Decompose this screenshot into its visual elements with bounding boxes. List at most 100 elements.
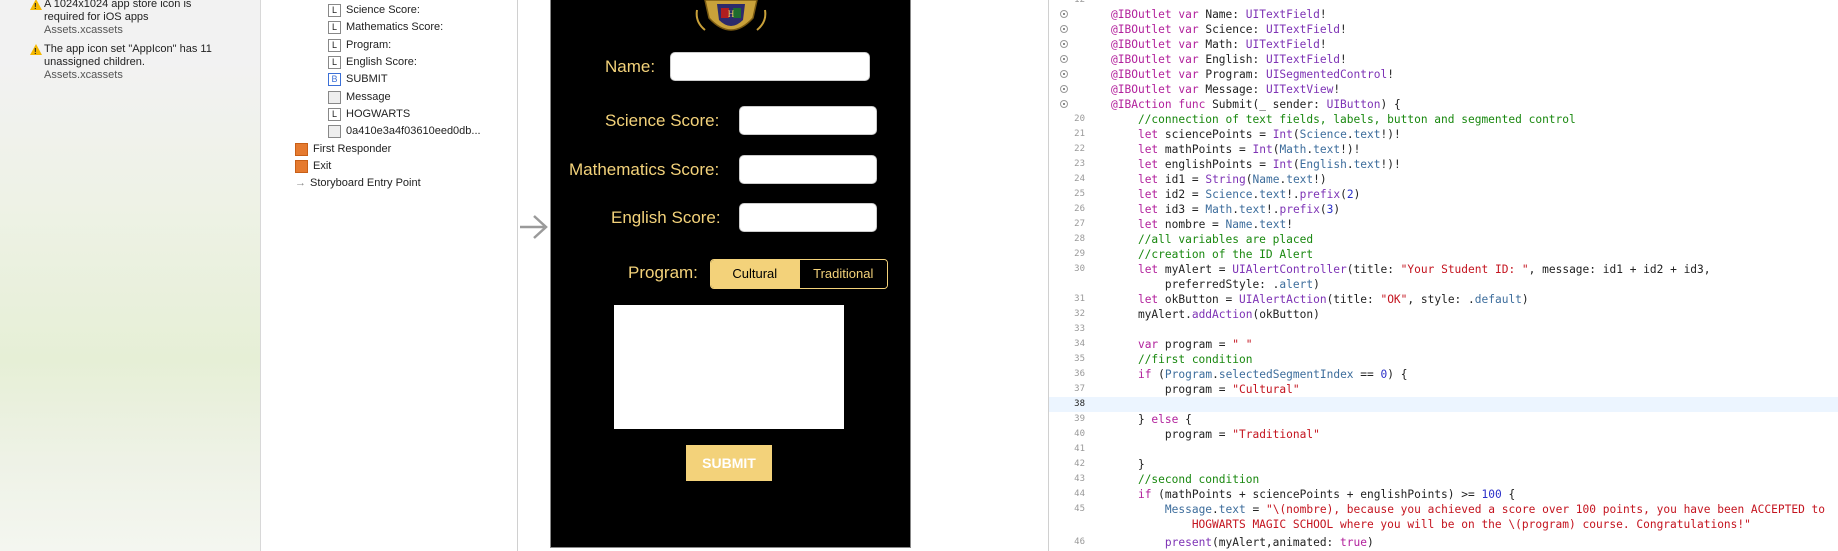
english-score-field[interactable] xyxy=(739,203,877,232)
code-line: 23 let englishPoints = Int(English.text!… xyxy=(1049,157,1838,172)
code-line: 42 } xyxy=(1049,457,1838,472)
line-number: 32 xyxy=(1074,309,1085,319)
line-number: 29 xyxy=(1074,249,1085,259)
code-text: program = "Cultural" xyxy=(1111,383,1300,396)
textview-icon xyxy=(328,90,341,104)
code-line: @IBOutlet var English: UITextField! xyxy=(1049,52,1838,67)
code-line: @IBOutlet var Program: UISegmentedContro… xyxy=(1049,67,1838,82)
code-line: 44 if (mathPoints + sciencePoints + engl… xyxy=(1049,487,1838,502)
code-line: 37 program = "Cultural" xyxy=(1049,382,1838,397)
button-icon: B xyxy=(328,72,341,86)
outline-item-label: First Responder xyxy=(313,143,392,155)
outlet-connected-icon[interactable] xyxy=(1060,25,1068,33)
code-text: Message.text = "\(nombre), because you a… xyxy=(1164,503,1826,516)
code-text: @IBOutlet var English: UITextField! xyxy=(1111,53,1347,66)
line-number: 38 xyxy=(1074,399,1085,409)
line-number: 36 xyxy=(1074,369,1085,379)
outline-item[interactable]: L English Score: xyxy=(328,55,417,69)
code-text: //second condition xyxy=(1111,473,1260,486)
line-number: 46 xyxy=(1074,537,1085,547)
issue-file: Assets.xcassets xyxy=(44,24,123,36)
first-responder-icon xyxy=(295,142,308,156)
code-line: 28 //all variables are placed xyxy=(1049,232,1838,247)
line-number: 44 xyxy=(1074,489,1085,499)
code-line: HOGWARTS MAGIC SCHOOL where you will be … xyxy=(1049,517,1838,532)
name-field[interactable] xyxy=(670,52,870,81)
code-line: preferredStyle: .alert) xyxy=(1049,277,1838,292)
code-text: preferredStyle: .alert) xyxy=(1111,278,1320,291)
outline-item[interactable]: B SUBMIT xyxy=(328,72,388,86)
outline-item-exit[interactable]: Exit xyxy=(295,159,331,173)
outline-item-first-responder[interactable]: First Responder xyxy=(295,142,391,156)
code-line: 25 let id2 = Science.text!.prefix(2) xyxy=(1049,187,1838,202)
view-controller-scene[interactable]: H Name: Science Score: Mathematics Score… xyxy=(550,0,911,548)
code-line: 29 //creation of the ID Alert xyxy=(1049,247,1838,262)
label-icon: L xyxy=(328,38,341,52)
code-text: program = "Traditional" xyxy=(1111,428,1320,441)
code-text: let id2 = Science.text!.prefix(2) xyxy=(1137,188,1361,201)
outline-item[interactable]: L Mathematics Score: xyxy=(328,20,443,34)
line-number: 27 xyxy=(1074,219,1085,229)
outline-item-label: Program: xyxy=(346,39,392,51)
line-number: 37 xyxy=(1074,384,1085,394)
label-icon: L xyxy=(328,20,341,34)
line-number: 39 xyxy=(1074,414,1085,424)
document-outline: L Science Score: L Mathematics Score: L Pro… xyxy=(261,0,518,551)
warning-icon xyxy=(30,44,42,58)
outlet-connected-icon[interactable] xyxy=(1060,55,1068,63)
outline-item[interactable]: Message xyxy=(328,90,391,104)
code-line: 26 let id3 = Math.text!.prefix(3) xyxy=(1049,202,1838,217)
code-line-current[interactable]: 38 xyxy=(1049,397,1838,412)
code-line: 43 //second condition xyxy=(1049,472,1838,487)
entry-point-arrow-icon[interactable] xyxy=(520,212,550,242)
issue-item[interactable]: The app icon set "AppIcon" has 11 unassi… xyxy=(30,43,229,82)
line-number: 31 xyxy=(1074,294,1085,304)
submit-button[interactable]: SUBMIT xyxy=(686,445,772,481)
outline-item-entry-point[interactable]: → Storyboard Entry Point xyxy=(295,176,421,190)
outline-item[interactable]: L Science Score: xyxy=(328,3,420,17)
issue-text: A 1024x1024 app store icon is required f… xyxy=(44,0,192,23)
outlet-connected-icon[interactable] xyxy=(1060,40,1068,48)
code-line: @IBOutlet var Name: UITextField! xyxy=(1049,7,1838,22)
message-text-view[interactable] xyxy=(614,305,844,429)
line-number: 23 xyxy=(1074,159,1085,169)
program-segmented-control[interactable]: Cultural Traditional xyxy=(710,259,888,289)
label-icon: L xyxy=(328,107,341,121)
outlet-connected-icon[interactable] xyxy=(1060,10,1068,18)
hogwarts-crest-icon: H xyxy=(695,0,767,31)
outlet-connected-icon[interactable] xyxy=(1060,85,1068,93)
issue-navigator: A 1024x1024 app store icon is required f… xyxy=(0,0,261,551)
outlet-connected-icon[interactable] xyxy=(1060,70,1068,78)
code-line: 36 if (Program.selectedSegmentIndex == 0… xyxy=(1049,367,1838,382)
line-number: 45 xyxy=(1074,504,1085,514)
code-editor[interactable]: 12 @IBOutlet var Name: UITextField! @IBO… xyxy=(1049,0,1838,551)
outline-item-label: Science Score: xyxy=(346,4,420,16)
science-score-field[interactable] xyxy=(739,106,877,135)
code-text: @IBOutlet var Message: UITextView! xyxy=(1111,83,1341,96)
code-text: @IBOutlet var Math: UITextField! xyxy=(1111,38,1327,51)
outline-item[interactable]: 0a410e3a4f03610eed0db... xyxy=(328,124,481,138)
line-number: 30 xyxy=(1074,264,1085,274)
outline-item-label: Exit xyxy=(313,160,332,172)
outline-item-label: Storyboard Entry Point xyxy=(310,177,421,189)
code-line: @IBOutlet var Math: UITextField! xyxy=(1049,37,1838,52)
line-number: 20 xyxy=(1074,114,1085,124)
outline-item[interactable]: L Program: xyxy=(328,38,391,52)
line-number: 42 xyxy=(1074,459,1085,469)
mathematics-score-field[interactable] xyxy=(739,155,877,184)
code-line: @IBAction func Submit(_ sender: UIButton… xyxy=(1049,97,1838,112)
code-line: 40 program = "Traditional" xyxy=(1049,427,1838,442)
action-connected-icon[interactable] xyxy=(1060,100,1068,108)
issue-item[interactable]: A 1024x1024 app store icon is required f… xyxy=(30,0,224,37)
code-line: 21 let sciencePoints = Int(Science.text!… xyxy=(1049,127,1838,142)
science-score-label: Science Score: xyxy=(605,111,720,130)
segment-traditional[interactable]: Traditional xyxy=(798,260,887,288)
code-text: let id1 = String(Name.text!) xyxy=(1137,173,1327,186)
line-number: 21 xyxy=(1074,129,1085,139)
code-line: @IBOutlet var Message: UITextView! xyxy=(1049,82,1838,97)
code-text: //connection of text fields, labels, but… xyxy=(1111,113,1576,126)
outline-item[interactable]: L HOGWARTS xyxy=(328,107,410,121)
segment-cultural[interactable]: Cultural xyxy=(711,260,799,288)
svg-text:H: H xyxy=(728,9,735,19)
code-line: 39 } else { xyxy=(1049,412,1838,427)
